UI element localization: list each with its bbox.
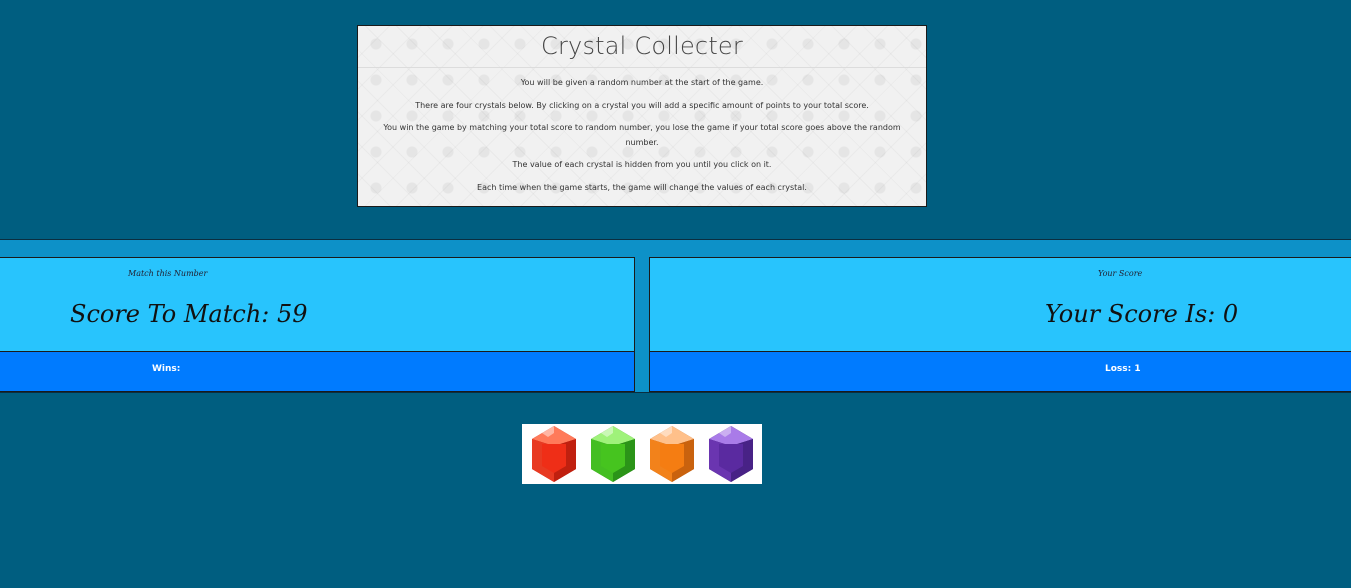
crystal-tray — [522, 424, 762, 484]
losses-bar: Loss: 1 — [649, 351, 1351, 392]
orange-crystal-button[interactable] — [646, 424, 698, 484]
orange-crystal-icon — [649, 426, 694, 482]
your-score-panel: Your Score Your Score Is: 0 — [649, 257, 1351, 352]
score-band: Match this Number Score To Match: 59 You… — [0, 239, 1351, 393]
purple-crystal-icon — [708, 426, 753, 482]
target-number-panel: Match this Number Score To Match: 59 — [0, 257, 635, 352]
your-score-value: Your Score Is: 0 — [1045, 300, 1239, 328]
your-score-label: Your Score — [1098, 269, 1143, 278]
green-crystal-button[interactable] — [587, 424, 639, 484]
game-page: Crystal Collecter You will be given a ra… — [0, 0, 1351, 588]
purple-crystal-button[interactable] — [705, 424, 757, 484]
instruction-text: You win the game by matching your total … — [383, 123, 901, 147]
red-crystal-icon — [531, 426, 576, 482]
instruction-text: The value of each crystal is hidden from… — [512, 160, 772, 169]
instruction-text: Each time when the game starts, the game… — [477, 182, 807, 192]
target-number-value: Score To Match: 59 — [70, 300, 308, 328]
instruction-text: There are four crystals below. By clicki… — [415, 100, 869, 110]
wins-bar: Wins: — [0, 351, 635, 392]
game-title: Crystal Collecter — [541, 32, 743, 60]
wins-count: Wins: — [152, 364, 181, 374]
red-crystal-button[interactable] — [528, 424, 580, 484]
target-number-label: Match this Number — [128, 269, 208, 278]
title-divider — [358, 67, 926, 68]
losses-count: Loss: 1 — [1105, 364, 1141, 374]
green-crystal-icon — [590, 426, 635, 482]
instruction-text: You will be given a random number at the… — [520, 78, 764, 87]
instructions-panel: Crystal Collecter You will be given a ra… — [357, 25, 927, 207]
